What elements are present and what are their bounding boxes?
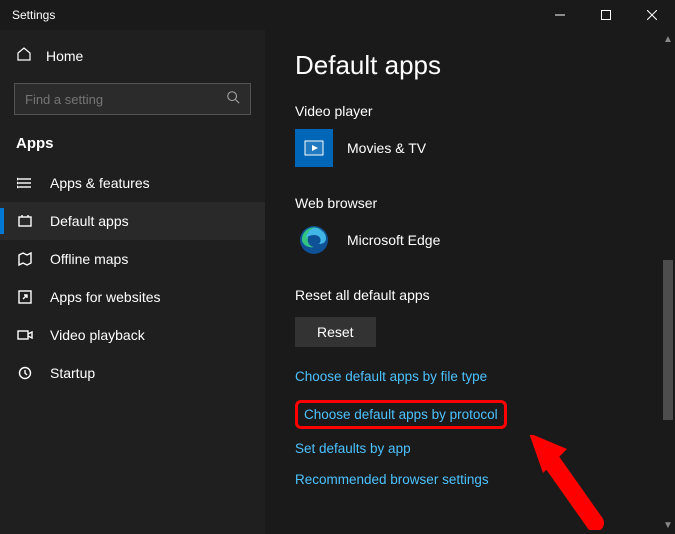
movies-tv-icon [295, 129, 333, 167]
open-icon [16, 289, 34, 305]
search-box[interactable] [14, 83, 251, 115]
maximize-button[interactable] [583, 0, 629, 30]
link-by-protocol[interactable]: Choose default apps by protocol [304, 407, 498, 422]
search-icon [226, 90, 240, 109]
video-player-app-row[interactable]: Movies & TV [295, 129, 645, 167]
nav-item-label: Video playback [50, 327, 145, 343]
video-player-app-label: Movies & TV [347, 140, 426, 156]
scroll-down-icon[interactable]: ▼ [663, 518, 673, 532]
titlebar: Settings [0, 0, 675, 30]
window-controls [537, 0, 675, 30]
defaults-icon [16, 213, 34, 229]
sidebar: Home Apps Apps & features [0, 30, 265, 534]
nav-item-label: Offline maps [50, 251, 128, 267]
video-player-heading: Video player [295, 103, 645, 119]
map-icon [16, 251, 34, 267]
annotation-highlight: Choose default apps by protocol [295, 400, 507, 429]
nav-default-apps[interactable]: Default apps [0, 202, 265, 240]
web-browser-heading: Web browser [295, 195, 645, 211]
scroll-up-icon[interactable]: ▲ [663, 32, 673, 46]
nav-item-label: Startup [50, 365, 95, 381]
video-icon [16, 327, 34, 343]
nav-video-playback[interactable]: Video playback [0, 316, 265, 354]
search-input[interactable] [25, 92, 205, 107]
web-browser-app-label: Microsoft Edge [347, 232, 440, 248]
startup-icon [16, 365, 34, 381]
minimize-button[interactable] [537, 0, 583, 30]
window-title: Settings [12, 8, 55, 22]
scrollbar[interactable]: ▲ ▼ [661, 30, 675, 534]
home-icon [16, 46, 32, 65]
reset-heading: Reset all default apps [295, 287, 645, 303]
nav-offline-maps[interactable]: Offline maps [0, 240, 265, 278]
link-by-file-type[interactable]: Choose default apps by file type [295, 369, 645, 384]
scrollbar-thumb[interactable] [663, 260, 673, 420]
page-title: Default apps [295, 50, 645, 81]
reset-button[interactable]: Reset [295, 317, 376, 347]
nav-item-label: Apps for websites [50, 289, 161, 305]
nav-home-label: Home [46, 48, 83, 64]
close-button[interactable] [629, 0, 675, 30]
nav-home[interactable]: Home [0, 36, 265, 75]
nav-item-label: Default apps [50, 213, 129, 229]
list-icon [16, 175, 34, 191]
main-content: Default apps Video player Movies & TV We… [265, 30, 675, 534]
sidebar-section-label: Apps [0, 129, 265, 164]
link-by-app[interactable]: Set defaults by app [295, 441, 645, 456]
nav-apps-websites[interactable]: Apps for websites [0, 278, 265, 316]
edge-icon [295, 221, 333, 259]
nav-item-label: Apps & features [50, 175, 150, 191]
nav-startup[interactable]: Startup [0, 354, 265, 392]
web-browser-app-row[interactable]: Microsoft Edge [295, 221, 645, 259]
nav-apps-features[interactable]: Apps & features [0, 164, 265, 202]
link-recommended[interactable]: Recommended browser settings [295, 472, 645, 487]
